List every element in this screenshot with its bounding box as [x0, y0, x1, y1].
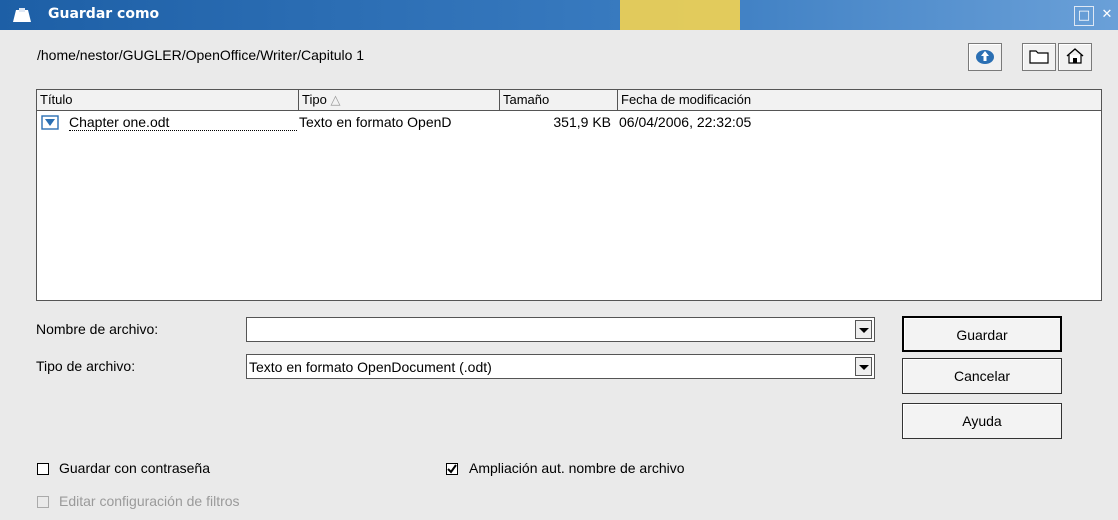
sort-ascending-icon: △ — [330, 92, 341, 107]
filter-settings-label: Editar configuración de filtros — [59, 493, 240, 509]
close-button[interactable]: ✕ — [1098, 6, 1116, 24]
column-header-modified[interactable]: Fecha de modificación — [618, 90, 1101, 111]
file-name: Chapter one.odt — [69, 114, 297, 131]
new-folder-button[interactable] — [1022, 43, 1056, 71]
filetype-label: Tipo de archivo: — [36, 358, 136, 374]
auto-extension-checkbox[interactable] — [446, 463, 458, 475]
chevron-down-icon[interactable] — [855, 320, 872, 339]
auto-extension-label[interactable]: Ampliación aut. nombre de archivo — [469, 460, 685, 476]
save-as-dialog: Guardar como □ ✕ /home/nestor/GUGLER/Ope… — [0, 0, 1118, 520]
up-folder-icon — [976, 50, 994, 64]
column-header-size[interactable]: Tamaño — [500, 90, 618, 111]
file-type: Texto en formato OpenD — [299, 114, 452, 130]
title-bar[interactable]: Guardar como □ ✕ — [0, 0, 1118, 30]
app-icon — [13, 8, 31, 22]
password-label[interactable]: Guardar con contraseña — [59, 460, 210, 476]
new-folder-icon — [1029, 50, 1049, 64]
decorative-accent — [620, 0, 740, 30]
column-header-label: Fecha de modificación — [621, 92, 752, 107]
save-button[interactable]: Guardar — [902, 316, 1062, 352]
current-path: /home/nestor/GUGLER/OpenOffice/Writer/Ca… — [37, 47, 365, 63]
writer-document-icon — [41, 115, 59, 130]
column-header-label: Tipo — [302, 92, 327, 107]
home-button[interactable] — [1058, 43, 1092, 71]
column-header-label: Título — [40, 92, 73, 107]
home-icon — [1066, 48, 1084, 64]
restore-button[interactable]: □ — [1074, 6, 1094, 26]
password-checkbox[interactable] — [37, 463, 49, 475]
cancel-button[interactable]: Cancelar — [902, 358, 1062, 394]
window-title: Guardar como — [48, 6, 160, 22]
chevron-down-icon[interactable] — [855, 357, 872, 376]
column-header-type[interactable]: Tipo △ — [299, 90, 500, 111]
filename-combobox[interactable] — [246, 317, 875, 342]
file-size: 351,9 KB — [553, 114, 611, 130]
file-modified: 06/04/2006, 22:32:05 — [619, 114, 752, 130]
file-list[interactable]: Título Tipo △ Tamaño Fecha de modificaci… — [36, 89, 1102, 301]
up-folder-button[interactable] — [968, 43, 1002, 71]
checkmark-icon — [447, 464, 457, 474]
column-header-label: Tamaño — [503, 92, 550, 107]
filename-label: Nombre de archivo: — [36, 321, 159, 337]
filetype-select[interactable]: Texto en formato OpenDocument (.odt) — [246, 354, 875, 379]
filetype-value: Texto en formato OpenDocument (.odt) — [249, 359, 492, 375]
column-header-title[interactable]: Título — [37, 90, 299, 111]
help-button[interactable]: Ayuda — [902, 403, 1062, 439]
filter-settings-checkbox — [37, 496, 49, 508]
